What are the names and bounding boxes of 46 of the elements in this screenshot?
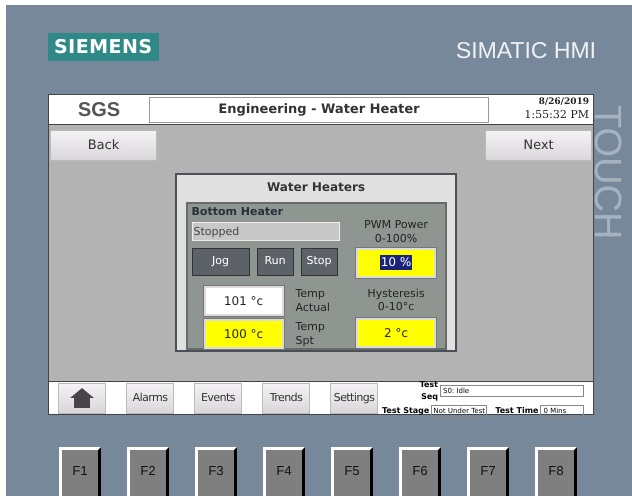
menu-button[interactable]: Events: [194, 382, 242, 414]
status-field: Stopped: [192, 222, 340, 240]
nav-button[interactable]: Next: [485, 130, 592, 161]
value-field[interactable]: 100 °c: [204, 318, 284, 348]
field-value: 100 °c: [224, 326, 264, 342]
field-label: Spt: [296, 334, 315, 348]
nav-button[interactable]: Back: [50, 130, 157, 161]
field-label: Test Time: [495, 405, 538, 417]
field-value: 2 °c: [384, 326, 408, 340]
field-label: Test Seq: [418, 379, 438, 403]
field-label: PWM Power: [364, 218, 428, 232]
field-label: Actual: [296, 300, 330, 314]
function-key[interactable]: F4: [263, 447, 305, 496]
control-button[interactable]: Jog: [192, 248, 250, 276]
function-key[interactable]: F6: [399, 447, 441, 496]
home-icon: [69, 387, 95, 409]
function-key[interactable]: F8: [535, 447, 577, 496]
field-label: Temp: [296, 286, 326, 300]
value-field[interactable]: 2 °c: [356, 318, 436, 348]
time-text: 1:55:32 PM: [524, 108, 589, 122]
range-label: 0-10°c: [378, 300, 414, 314]
control-button[interactable]: Run: [256, 248, 294, 276]
range-label: 0-100%: [374, 232, 418, 246]
function-key[interactable]: F2: [127, 447, 169, 496]
model-label: SIMATIC HMI: [456, 36, 596, 65]
dialog-title: Water Heaters: [266, 179, 366, 196]
menu-button[interactable]: Alarms: [126, 382, 174, 414]
field-label: Test Stage: [382, 405, 430, 417]
field-label: Temp: [296, 320, 325, 334]
control-button[interactable]: Stop: [300, 248, 338, 276]
function-key[interactable]: F7: [467, 447, 509, 496]
value-field[interactable]: 10 %: [356, 248, 436, 278]
field-label: Hysteresis: [367, 286, 425, 300]
menu-button[interactable]: Trends: [262, 382, 310, 414]
field-value: 10 %: [380, 255, 412, 270]
section-title: Bottom Heater: [192, 204, 284, 220]
field-value: 101 °c: [224, 292, 264, 310]
function-key[interactable]: F1: [59, 447, 101, 496]
menu-button[interactable]: Settings: [330, 382, 378, 414]
home-button[interactable]: [58, 382, 106, 414]
date-text: 8/26/2019: [538, 97, 589, 108]
function-key[interactable]: F5: [331, 447, 373, 496]
function-key[interactable]: F3: [195, 447, 237, 496]
brand-logo: SIEMENS: [48, 33, 159, 62]
screen-title: Engineering - Water Heater: [149, 96, 489, 122]
company-logo: SGS: [76, 98, 122, 122]
